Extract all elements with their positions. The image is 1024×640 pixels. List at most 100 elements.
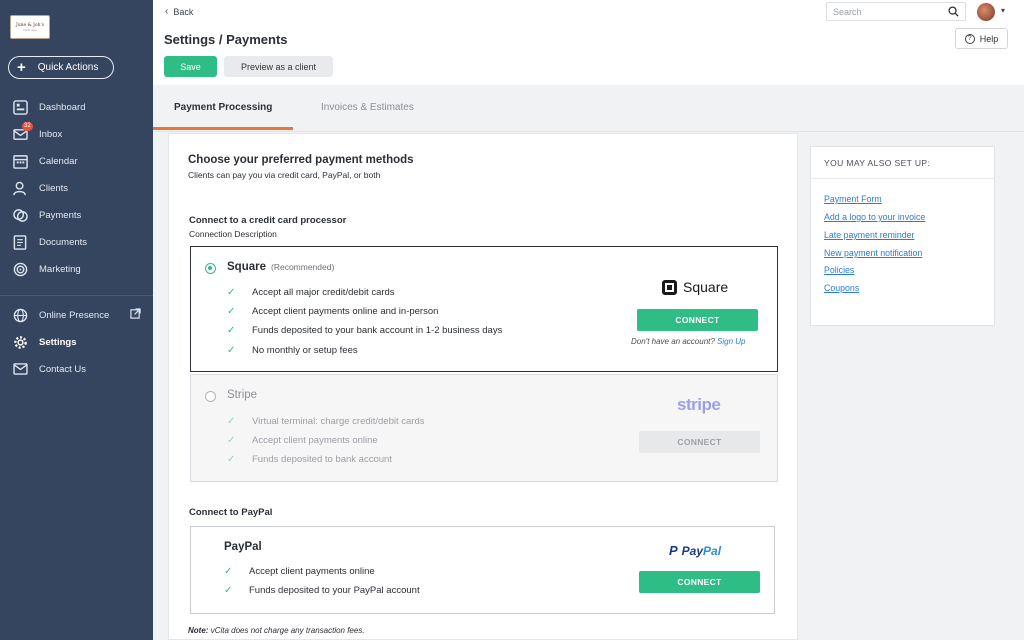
quick-actions-button[interactable]: + Quick Actions (8, 56, 114, 79)
mail-icon (12, 361, 28, 377)
clients-icon (12, 180, 28, 196)
check-icon: ✓ (227, 306, 236, 317)
search-placeholder: Search (833, 7, 862, 17)
calendar-icon (12, 153, 28, 169)
check-icon: ✓ (227, 325, 236, 336)
payments-icon (12, 207, 28, 223)
square-title: Square (Recommended) (227, 261, 334, 273)
paypal-p-icon: P (669, 543, 678, 558)
check-icon: ✓ (224, 566, 233, 577)
external-link-icon (130, 308, 141, 322)
sidebar-item-label: Documents (39, 236, 88, 248)
square-option[interactable]: Square (Recommended) ✓ Accept all major cr… (190, 246, 778, 372)
check-icon: ✓ (227, 287, 236, 298)
recommended-label: (Recommended) (271, 262, 335, 272)
sidebar-item-label: Settings (39, 336, 77, 348)
check-icon: ✓ (227, 454, 236, 465)
sidebar-item-dashboard[interactable]: Dashboard (12, 98, 147, 116)
save-button[interactable]: Save (164, 56, 217, 77)
sidebar-item-label: Payments (39, 209, 82, 221)
add-logo-link[interactable]: Add a logo to your invoice (824, 212, 925, 222)
sidebar-item-calendar[interactable]: Calendar (12, 152, 147, 170)
chevron-left-icon: ‹ (165, 6, 169, 17)
sidebar-item-online-presence[interactable]: Online Presence (12, 306, 147, 324)
feature-text: Funds deposited to bank account (252, 454, 392, 465)
search-icon[interactable] (948, 6, 959, 19)
note-text: vCita does not charge any transaction fe… (210, 626, 365, 635)
business-logo[interactable]: June & Joh's New Age (10, 15, 50, 39)
help-button[interactable]: ? Help (955, 28, 1008, 49)
square-feature: ✓ Funds deposited to your bank account in… (227, 325, 502, 336)
sidebar-item-label: Online Presence (39, 309, 110, 321)
sidebar-divider (0, 295, 153, 296)
panel-heading: YOU MAY ALSO SET UP: (811, 147, 994, 179)
check-icon: ✓ (227, 345, 236, 356)
stripe-logo: stripe (677, 395, 721, 414)
paypal-option: PayPal ✓ Accept client payments online ✓ F… (190, 526, 775, 614)
sidebar-item-settings[interactable]: Settings (12, 333, 147, 351)
search-input[interactable]: Search (826, 2, 966, 21)
no-account-text: Don't have an account? Sign Up (631, 337, 746, 346)
new-payment-notification-link[interactable]: New payment notification (824, 248, 922, 258)
paypal-feature: ✓ Funds deposited to your PayPal account (224, 585, 420, 596)
stripe-connect-button[interactable]: CONNECT (639, 431, 760, 453)
square-feature: ✓ No monthly or setup fees (227, 345, 358, 356)
sidebar-item-label: Clients (39, 182, 69, 194)
inbox-icon: 32 (12, 122, 33, 142)
transaction-fee-note: Note: vCita does not charge any transact… (188, 626, 365, 635)
credit-card-section-description: Connection Description (189, 229, 277, 239)
paypal-connect-button[interactable]: CONNECT (639, 571, 760, 593)
check-icon: ✓ (227, 416, 236, 427)
paypal-feature: ✓ Accept client payments online (224, 566, 375, 577)
credit-card-section-title: Connect to a credit card processor (189, 215, 347, 226)
stripe-name: Stripe (227, 389, 258, 401)
sidebar-item-documents[interactable]: Documents (12, 233, 147, 251)
late-payment-reminder-link[interactable]: Late payment reminder (824, 230, 914, 240)
sidebar-item-label: Contact Us (39, 363, 86, 375)
sidebar-item-label: Calendar (39, 155, 78, 167)
section-subtitle: Clients can pay you via credit card, Pay… (188, 170, 381, 180)
sidebar-item-payments[interactable]: Payments (12, 206, 147, 224)
sign-up-link[interactable]: Sign Up (717, 337, 745, 346)
also-set-up-panel: YOU MAY ALSO SET UP: Payment Form Add a … (810, 146, 995, 326)
gear-icon (12, 334, 28, 350)
back-link[interactable]: ‹ Back (165, 6, 193, 17)
policies-link[interactable]: Policies (824, 265, 854, 275)
preview-as-client-button[interactable]: Preview as a client (224, 56, 333, 77)
sidebar-item-label: Dashboard (39, 101, 86, 113)
tab-payment-processing[interactable]: Payment Processing (174, 102, 272, 113)
chevron-down-icon[interactable]: ▾ (1001, 6, 1005, 15)
feature-text: Funds deposited to your bank account in … (252, 325, 503, 336)
feature-text: Virtual terminal: charge credit/debit ca… (252, 416, 425, 427)
page-title: Settings / Payments (164, 32, 288, 47)
sidebar-item-label: Marketing (39, 263, 81, 275)
square-radio[interactable] (205, 263, 216, 274)
payment-form-link[interactable]: Payment Form (824, 194, 882, 204)
page-header: ‹ Back Search ▾ Settings / Payments ? He… (153, 0, 1024, 85)
dashboard-icon (12, 99, 28, 115)
square-name: Square (227, 261, 266, 273)
sidebar-item-inbox[interactable]: 32 Inbox (12, 122, 147, 143)
stripe-radio[interactable] (205, 391, 216, 402)
help-icon: ? (964, 33, 975, 44)
sidebar-item-marketing[interactable]: Marketing (12, 260, 147, 278)
coupons-link[interactable]: Coupons (824, 283, 859, 293)
note-label: Note: (188, 626, 209, 635)
stripe-option[interactable]: Stripe ✓ Virtual terminal: charge credit/… (190, 374, 778, 482)
sidebar-item-contact-us[interactable]: Contact Us (12, 360, 147, 378)
sidebar: June & Joh's New Age + Quick Actions Das… (0, 0, 153, 640)
stripe-feature: ✓ Funds deposited to bank account (227, 454, 392, 465)
logo-line2: New Age (23, 28, 37, 32)
paypal-logo: P Pay Pal (669, 543, 721, 558)
check-icon: ✓ (227, 435, 236, 446)
square-connect-button[interactable]: CONNECT (637, 309, 758, 331)
globe-icon (12, 307, 28, 323)
feature-text: Funds deposited to your PayPal account (249, 585, 420, 596)
stripe-feature: ✓ Accept client payments online (227, 435, 378, 446)
sidebar-item-clients[interactable]: Clients (12, 179, 147, 197)
payment-methods-card: Choose your preferred payment methods Cl… (168, 133, 798, 640)
feature-text: Accept client payments online and in-per… (252, 306, 439, 317)
tab-invoices-estimates[interactable]: Invoices & Estimates (321, 102, 414, 113)
user-avatar[interactable] (977, 3, 995, 21)
inbox-count-badge: 32 (22, 122, 33, 131)
